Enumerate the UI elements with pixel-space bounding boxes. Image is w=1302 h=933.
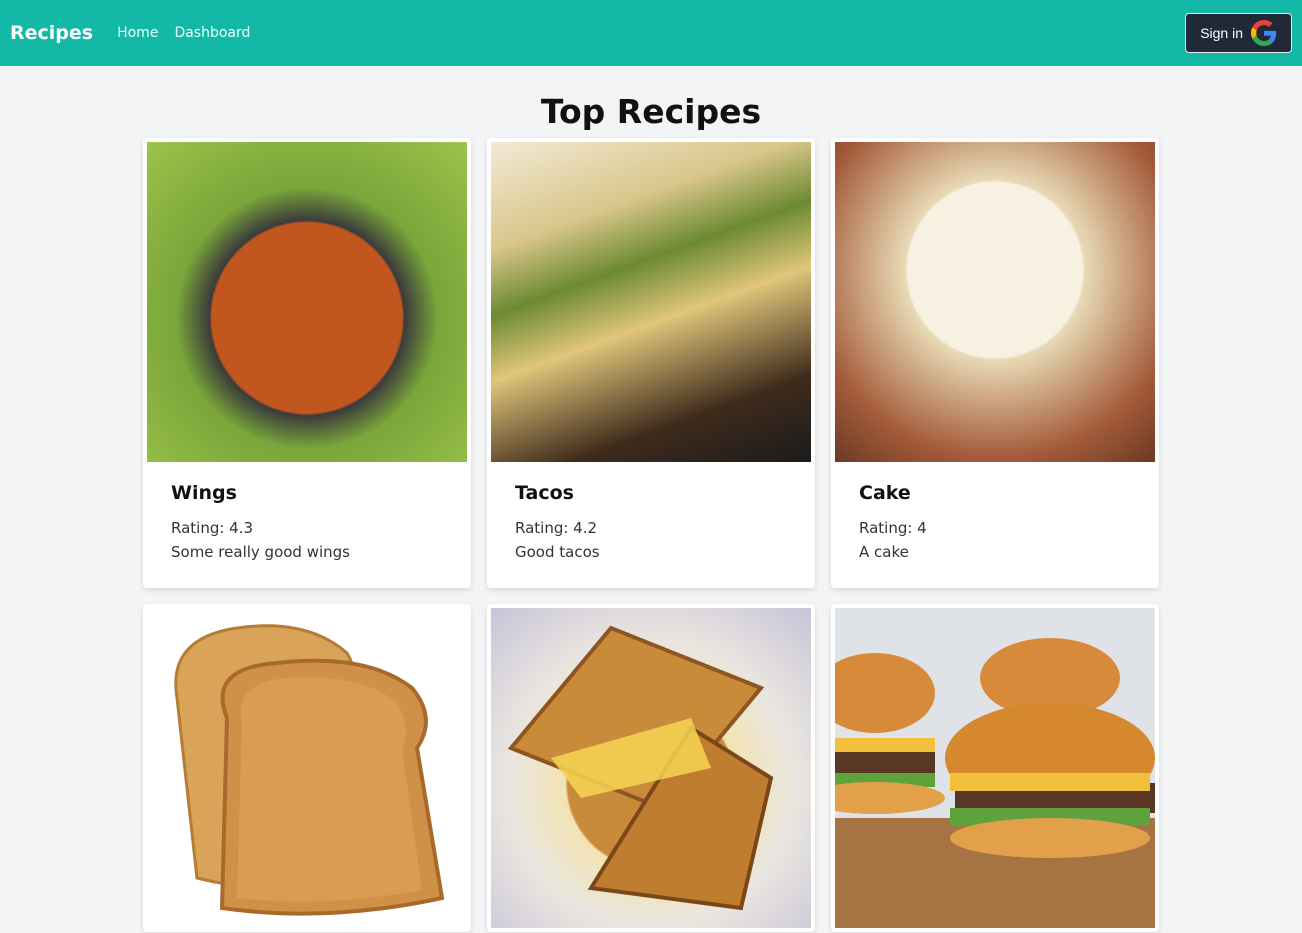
recipe-image [491, 142, 811, 462]
card-body: Tacos Rating: 4.2 Good tacos [491, 462, 811, 584]
recipe-image [835, 142, 1155, 462]
recipe-card-toast[interactable] [143, 604, 471, 932]
top-navbar: Recipes Home Dashboard Sign in [0, 0, 1302, 66]
recipe-description: A cake [859, 543, 909, 561]
recipe-card-burgers[interactable] [831, 604, 1159, 932]
toast-illustration [174, 624, 445, 916]
recipe-rating: Rating: 4.2 [515, 519, 598, 537]
burger-illustration [835, 608, 1155, 928]
recipe-image [491, 608, 811, 928]
recipe-title: Wings [171, 482, 237, 504]
nav-link-dashboard[interactable]: Dashboard [174, 25, 250, 41]
recipe-title: Cake [859, 482, 911, 504]
recipe-description: Some really good wings [171, 543, 350, 561]
recipe-image [835, 608, 1155, 928]
recipe-card-tacos[interactable]: Tacos Rating: 4.2 Good tacos [487, 138, 815, 588]
recipe-card-grilled-cheese[interactable] [487, 604, 815, 932]
grilled-cheese-illustration [507, 625, 774, 911]
recipe-title: Tacos [515, 482, 574, 504]
card-body: Wings Rating: 4.3 Some really good wings [147, 462, 467, 584]
recipe-card-wings[interactable]: Wings Rating: 4.3 Some really good wings [143, 138, 471, 588]
recipe-grid: Wings Rating: 4.3 Some really good wings… [143, 138, 1159, 932]
recipe-image [147, 142, 467, 462]
brand-logo[interactable]: Recipes [10, 22, 93, 44]
sign-in-label: Sign in [1200, 25, 1243, 41]
google-icon [1251, 20, 1277, 46]
nav-link-home[interactable]: Home [117, 25, 158, 41]
recipe-rating: Rating: 4.3 [171, 519, 254, 537]
page-title: Top Recipes [540, 92, 762, 131]
recipe-image [147, 608, 467, 928]
recipe-rating: Rating: 4 [859, 519, 927, 537]
recipe-card-cake[interactable]: Cake Rating: 4 A cake [831, 138, 1159, 588]
recipe-description: Good tacos [515, 543, 600, 561]
sign-in-google-button[interactable]: Sign in [1185, 13, 1292, 53]
card-body: Cake Rating: 4 A cake [835, 462, 1155, 584]
